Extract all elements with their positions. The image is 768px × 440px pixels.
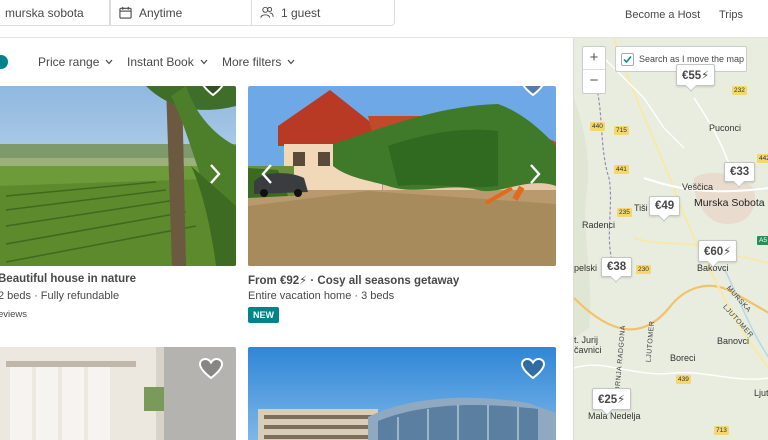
map-background	[574, 38, 768, 440]
more-filters-label: More filters	[222, 55, 282, 69]
listing-photo[interactable]	[248, 86, 556, 266]
chevron-down-icon	[287, 59, 295, 65]
new-badge: NEW	[248, 307, 279, 323]
listing-reviews: eviews	[0, 309, 28, 320]
place-label: Boreci	[670, 353, 696, 363]
instant-book-label: Instant Book	[127, 55, 194, 69]
listing-subtitle: Entire vacation home · 3 beds	[248, 290, 395, 302]
place-label: čavnici	[574, 345, 602, 355]
road-shield: 439	[676, 375, 691, 384]
heart-icon[interactable]	[200, 86, 226, 98]
place-label: Murska Sobota	[694, 197, 765, 209]
filter-bar: Price range Instant Book More filters	[0, 38, 573, 86]
road-shield: 232	[732, 86, 747, 95]
trips-link[interactable]: Trips	[719, 9, 743, 21]
zoom-in-button[interactable]: +	[583, 47, 605, 70]
place-label: Radenci	[582, 220, 616, 230]
location-field[interactable]: murska sobota	[0, 0, 110, 26]
place-label: Tiši	[634, 203, 648, 213]
road-shield: 441	[614, 165, 629, 174]
filter-count-badge[interactable]	[0, 55, 8, 69]
heart-icon[interactable]	[520, 86, 546, 98]
road-shield: 235	[617, 208, 632, 217]
dates-value: Anytime	[139, 5, 183, 20]
chevron-down-icon	[200, 59, 208, 65]
map-panel[interactable]: + − Search as I move the map 232 440 715…	[573, 38, 768, 440]
next-photo-arrow-icon[interactable]	[526, 162, 544, 186]
place-label: pelski	[574, 263, 598, 273]
price-pin[interactable]: €33	[724, 162, 756, 182]
zoom-out-button[interactable]: −	[583, 70, 605, 93]
road-shield: 713	[714, 426, 729, 435]
checkmark-icon	[623, 55, 632, 63]
price-pin[interactable]: €49	[649, 196, 681, 216]
price-pin[interactable]: €60⚡	[698, 240, 738, 262]
spa-photo	[248, 347, 556, 440]
house-photo	[248, 86, 556, 266]
price-range-filter[interactable]: Price range	[38, 55, 113, 69]
heart-icon[interactable]	[198, 357, 224, 381]
price-pin[interactable]: €55⚡	[676, 64, 716, 86]
place-label: Ljut	[754, 388, 768, 398]
place-label: t. Jurij	[574, 335, 599, 345]
calendar-icon	[119, 6, 132, 19]
dates-field[interactable]: Anytime	[110, 0, 252, 26]
instant-book-filter[interactable]: Instant Book	[127, 55, 208, 69]
location-value: murska sobota	[5, 5, 84, 20]
listing-photo[interactable]	[248, 347, 556, 440]
listing-subtitle: 2 beds · Fully refundable	[0, 290, 120, 302]
place-label: Mala Nedelja	[588, 411, 641, 421]
road-shield: 715	[614, 126, 629, 135]
price-pin[interactable]: €38	[601, 257, 633, 277]
road-shield: 440	[590, 122, 605, 131]
road-shield: 442	[757, 154, 768, 163]
guests-icon	[260, 6, 274, 18]
listings-grid: Beautiful house in nature 2 beds · Fully…	[0, 86, 573, 440]
listing-title[interactable]: From €92⚡ · Cosy all seasons getaway	[248, 273, 459, 287]
next-photo-arrow-icon[interactable]	[206, 162, 224, 186]
price-range-label: Price range	[38, 55, 100, 69]
place-label: Puconci	[709, 123, 742, 133]
vineyard-photo	[0, 86, 236, 266]
zoom-controls: + −	[582, 46, 606, 94]
guests-field[interactable]: 1 guest	[251, 0, 395, 26]
previous-photo-arrow-icon[interactable]	[258, 162, 276, 186]
place-label: Banovci	[717, 336, 750, 346]
guests-value: 1 guest	[281, 5, 321, 20]
road-shield: 230	[636, 265, 651, 274]
price-pin[interactable]: €25⚡	[592, 388, 632, 410]
more-filters-filter[interactable]: More filters	[222, 55, 295, 69]
checkbox[interactable]	[621, 52, 634, 66]
search-as-move-label: Search as I move the map	[639, 54, 745, 64]
road-shield: A5	[757, 236, 768, 245]
heart-icon[interactable]	[520, 357, 546, 381]
chevron-down-icon	[105, 59, 113, 65]
top-bar: murska sobota Anytime 1 guest Become a H…	[0, 0, 768, 38]
listing-photo[interactable]	[0, 86, 236, 266]
place-label: Veščica	[682, 182, 714, 192]
listing-title[interactable]: Beautiful house in nature	[0, 273, 136, 285]
become-host-link[interactable]: Become a Host	[625, 9, 700, 21]
